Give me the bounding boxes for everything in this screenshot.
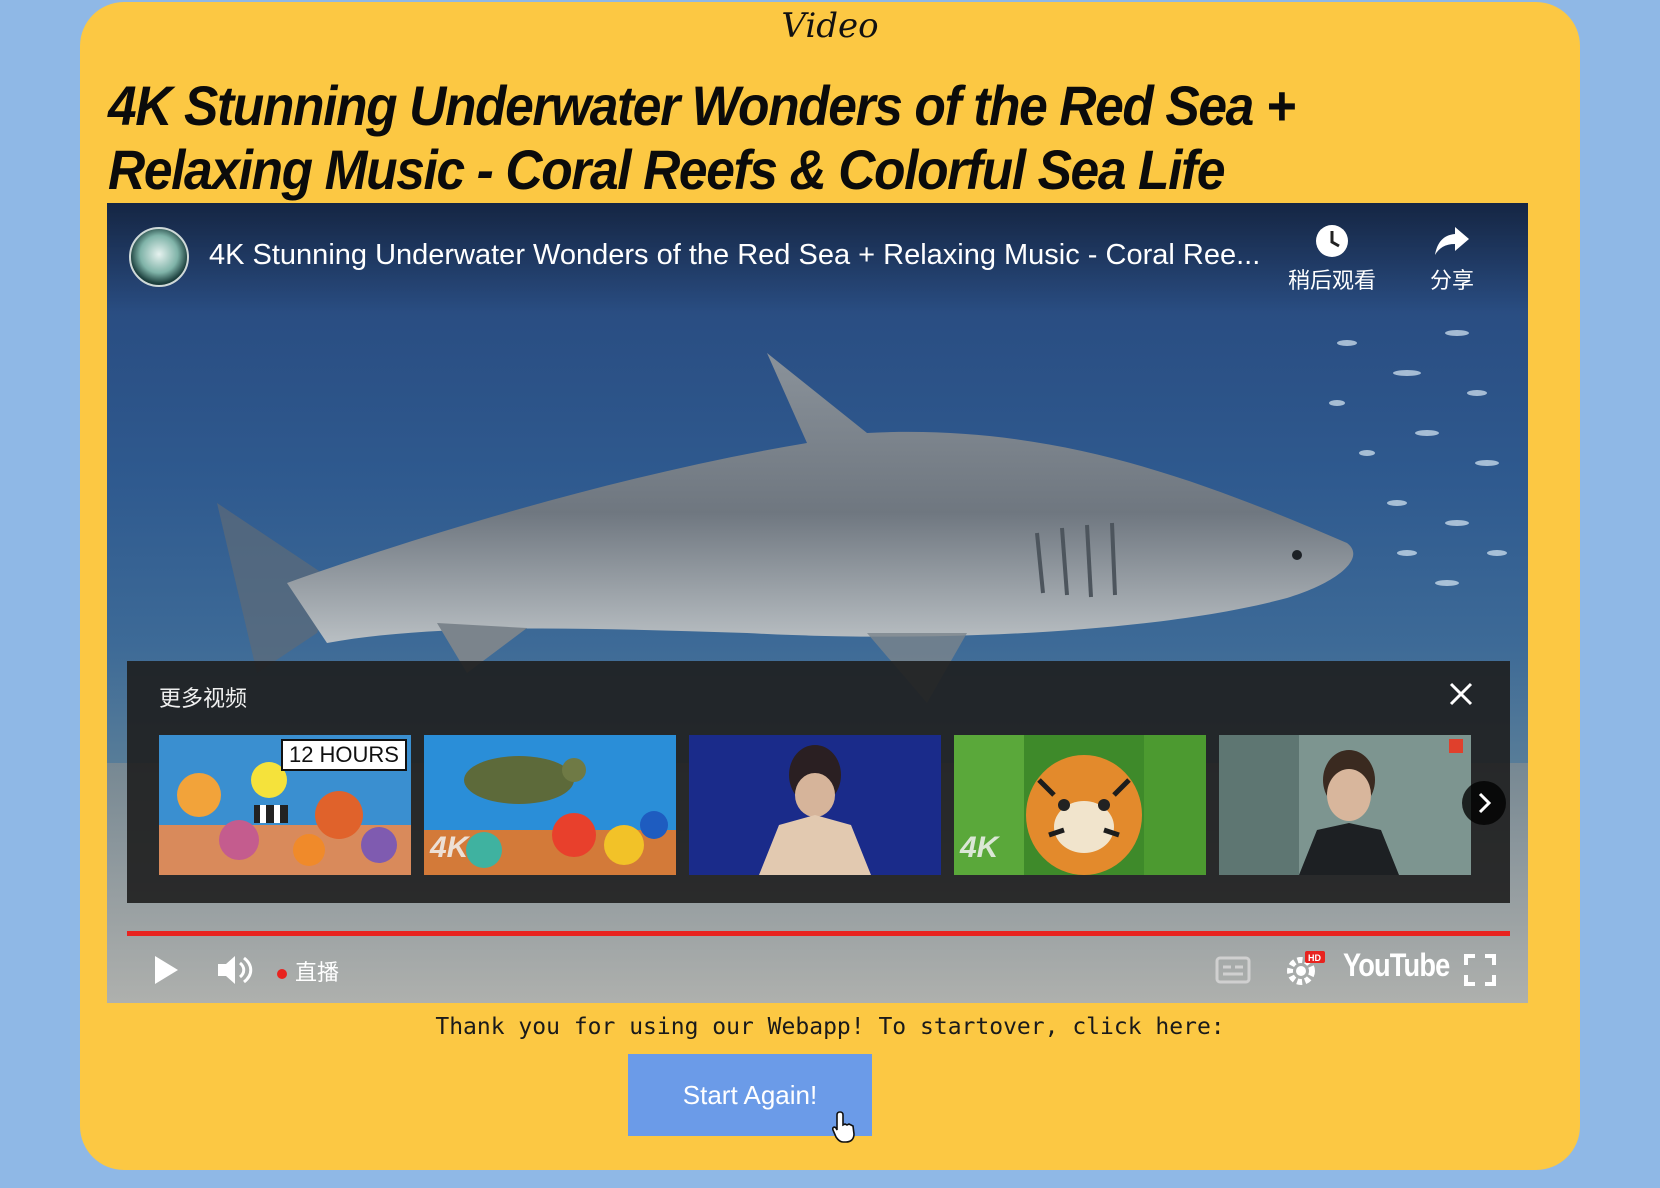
close-icon[interactable] xyxy=(1446,679,1476,709)
subtitles-icon[interactable] xyxy=(1215,955,1251,985)
video-player[interactable]: 4K Stunning Underwater Wonders of the Re… xyxy=(107,203,1528,1003)
thumbnail-image xyxy=(1219,735,1471,875)
gear-icon[interactable]: HD xyxy=(1283,949,1327,989)
hand-cursor-icon xyxy=(832,1111,855,1143)
channel-avatar-icon[interactable] xyxy=(129,227,189,287)
thumbnail-image xyxy=(689,735,941,875)
share-label: 分享 xyxy=(1429,269,1474,294)
player-controls: 直播 HD YouTube xyxy=(107,937,1528,1003)
suggested-video-thumbnail[interactable]: 4K xyxy=(954,735,1206,875)
suggested-video-thumbnail[interactable]: 12 HOURS xyxy=(159,735,411,875)
progress-bar[interactable] xyxy=(127,931,1510,936)
suggested-video-thumbnail[interactable] xyxy=(1219,735,1471,875)
clock-icon xyxy=(1316,225,1348,257)
section-label: Video xyxy=(781,6,879,46)
watch-later-label: 稍后观看 xyxy=(1287,269,1376,294)
chevron-right-icon[interactable] xyxy=(1462,781,1506,825)
live-indicator: 直播 xyxy=(277,955,339,987)
quality-overlay: 4K xyxy=(960,831,999,864)
live-dot xyxy=(277,969,287,979)
suggested-video-thumbnail[interactable]: 4K xyxy=(424,735,676,875)
duration-badge: 12 HOURS xyxy=(280,739,407,771)
watch-later-button[interactable]: 稍后观看 xyxy=(1277,223,1387,295)
youtube-logo[interactable]: YouTube xyxy=(1343,947,1450,984)
video-title: 4K Stunning Underwater Wonders of the Re… xyxy=(108,74,1296,201)
suggested-video-thumbnail[interactable] xyxy=(689,735,941,875)
fullscreen-icon[interactable] xyxy=(1463,953,1497,987)
thanks-message: Thank you for using our Webapp! To start… xyxy=(435,1014,1225,1040)
more-videos-panel: 更多视频 12 HOURS 4K 4K xyxy=(127,661,1510,903)
volume-icon[interactable] xyxy=(215,951,255,989)
svg-text:HD: HD xyxy=(1308,953,1321,963)
quality-overlay: 4K xyxy=(430,831,469,864)
live-label: 直播 xyxy=(295,961,340,986)
play-icon[interactable] xyxy=(151,953,181,987)
player-video-title[interactable]: 4K Stunning Underwater Wonders of the Re… xyxy=(209,239,1269,272)
more-videos-label: 更多视频 xyxy=(159,687,248,712)
share-button[interactable]: 分享 xyxy=(1397,223,1507,295)
share-arrow-icon xyxy=(1435,227,1469,255)
